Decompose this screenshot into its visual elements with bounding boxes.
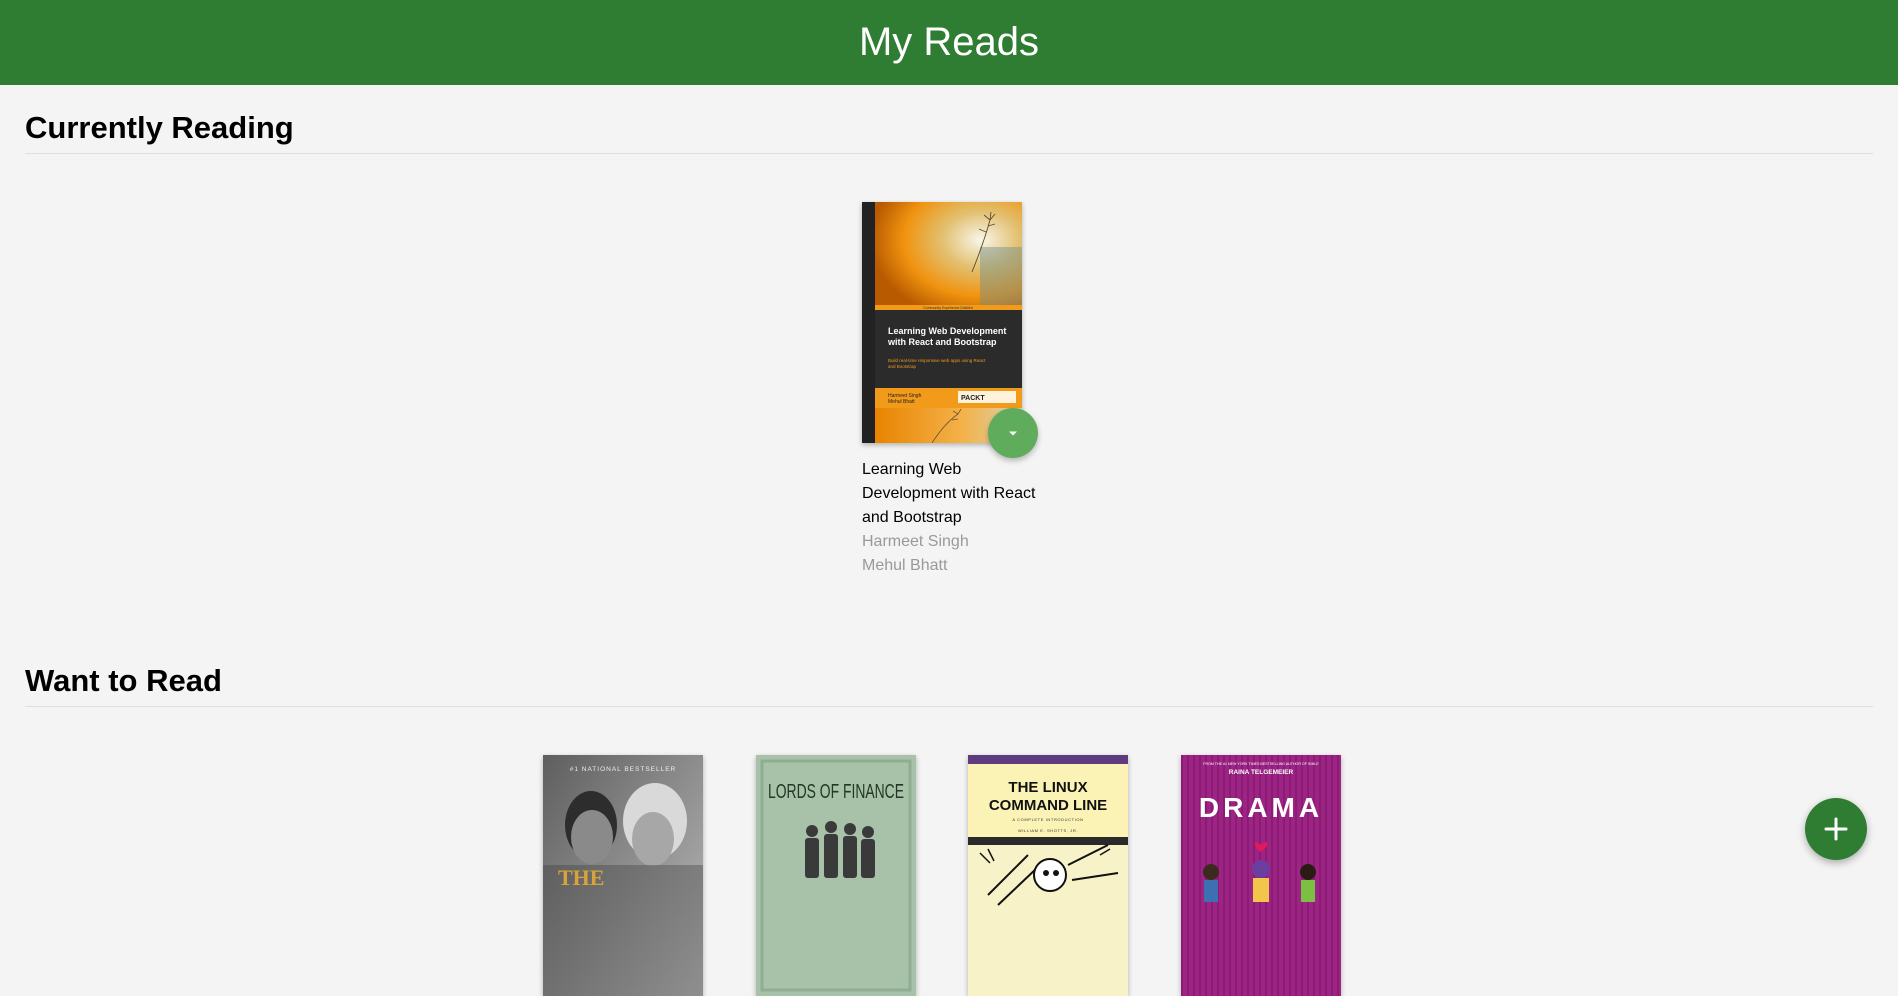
book-cover[interactable]: THE LINUX COMMAND LINE A COMPLETE INTROD… xyxy=(968,755,1128,996)
cover-publisher: PACKT xyxy=(961,395,985,402)
arrow-drop-down-icon xyxy=(1009,431,1017,436)
add-book-button[interactable] xyxy=(1805,798,1867,860)
cover-author: RAINA TELGEMEIER xyxy=(1229,769,1294,776)
cover-title-line2: COMMAND LINE xyxy=(989,797,1107,814)
cover-top-text: FROM THE #1 NEW YORK TIMES BESTSELLING A… xyxy=(1203,762,1319,766)
cover-title: DRAMA xyxy=(1199,792,1323,823)
cover-title: THE xyxy=(558,865,604,890)
book-author: Harmeet Singh xyxy=(862,533,969,550)
book-cover[interactable]: LORDS OF FINANCE xyxy=(756,755,916,996)
shelf-title: Want to Read xyxy=(25,661,1873,707)
plus-icon xyxy=(1824,817,1848,841)
cover-tagline: Community Experience Distilled xyxy=(923,306,972,310)
shelf-currently-reading: Currently Reading Community Experience D… xyxy=(25,108,1873,574)
book-title: Learning Web Development with React and … xyxy=(862,461,1036,526)
cover-subtitle-line2: and Bootstrap xyxy=(888,364,917,369)
cover-author2: Mehul Bhatt xyxy=(888,399,915,405)
app-title: My Reads xyxy=(858,20,1040,64)
shelf-title: Currently Reading xyxy=(25,108,1873,154)
cover-subtitle-line1: Build real-time responsive web apps usin… xyxy=(888,358,986,363)
cover-top-text: #1 NATIONAL BESTSELLER xyxy=(570,766,677,773)
shelf-changer-button[interactable] xyxy=(988,408,1038,458)
shelf-want-to-read: Want to Read #1 NATIONAL BESTSELLER THE … xyxy=(25,661,1873,996)
cover-title-line1: Learning Web Development xyxy=(888,326,1006,336)
cover-title: LORDS OF FINANCE xyxy=(768,781,904,803)
book-authors: Harmeet Singh Mehul Bhatt xyxy=(862,530,1037,578)
cover-title-line2: with React and Bootstrap xyxy=(887,337,997,347)
book-author: Mehul Bhatt xyxy=(862,557,948,574)
cover-author: WILLIAM E. SHOTTS, JR. xyxy=(1018,828,1078,833)
cover-subtitle: A COMPLETE INTRODUCTION xyxy=(1012,817,1083,822)
cover-title-line1: THE LINUX xyxy=(1008,779,1087,796)
book-cover[interactable]: Community Experience Distilled Learning … xyxy=(862,202,1022,443)
app-header: My Reads xyxy=(0,0,1898,85)
book-cover[interactable]: FROM THE #1 NEW YORK TIMES BESTSELLING A… xyxy=(1181,755,1341,996)
book-cover[interactable]: #1 NATIONAL BESTSELLER THE xyxy=(543,755,703,996)
